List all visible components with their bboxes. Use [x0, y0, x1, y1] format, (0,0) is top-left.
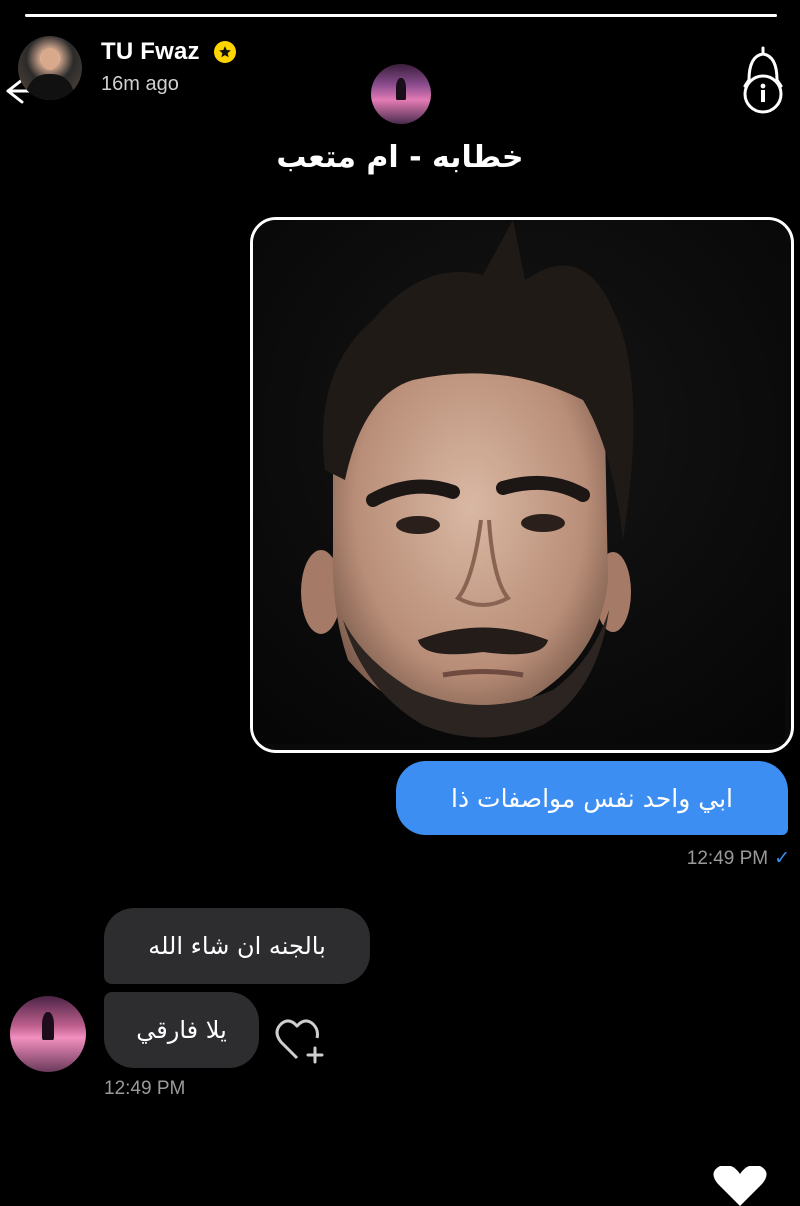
incoming-time: 12:49 PM — [104, 1078, 186, 1099]
heart-icon[interactable] — [708, 1166, 772, 1206]
story-time: 16m ago — [101, 73, 179, 95]
checkmark-icon: ✓ — [774, 848, 790, 869]
person-photo-illustration — [253, 220, 785, 744]
story-user-name[interactable]: TU Fwaz — [101, 38, 200, 66]
sender-avatar[interactable] — [10, 996, 86, 1072]
story-user-avatar[interactable] — [18, 36, 82, 100]
story-progress-bar — [25, 14, 777, 17]
contact-name: خطابه - ام متعب — [276, 140, 524, 175]
incoming-message[interactable]: بالجنه ان شاء الله — [104, 908, 370, 984]
story-progress-fill — [25, 14, 777, 17]
outgoing-meta: 12:49 PM ✓ — [600, 847, 790, 870]
shared-photo[interactable] — [250, 217, 794, 753]
outgoing-time: 12:49 PM — [686, 848, 769, 869]
star-badge-icon — [214, 41, 236, 63]
incoming-message[interactable]: يلا فارقي — [104, 992, 259, 1068]
contact-avatar[interactable] — [371, 64, 431, 124]
heart-plus-icon[interactable] — [275, 1018, 327, 1064]
outgoing-message[interactable]: ابي واحد نفس مواصفات ذا — [396, 761, 788, 835]
bell-info-icon[interactable] — [737, 44, 789, 114]
